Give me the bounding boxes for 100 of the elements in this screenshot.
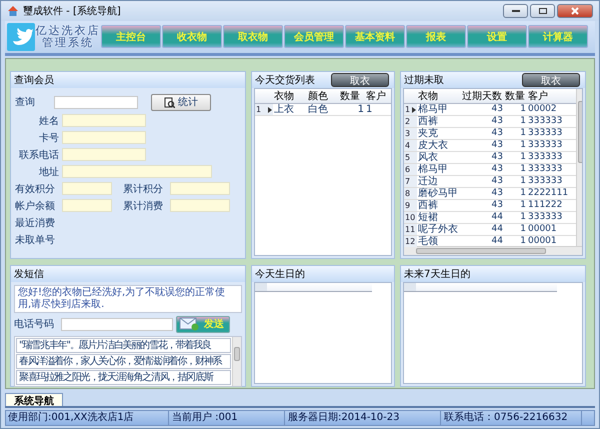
- nav-button[interactable]: 主控台: [101, 25, 161, 48]
- row-number: 4: [404, 139, 417, 152]
- field-label: 累计消费: [123, 200, 164, 213]
- row-number: 6: [404, 163, 417, 176]
- table-cell: 1: [504, 211, 527, 224]
- table-cell: 西裤: [417, 199, 461, 212]
- row-number: 7: [404, 175, 417, 188]
- row-number: 5: [404, 151, 417, 164]
- nav-button[interactable]: 会员管理: [284, 25, 344, 48]
- field-label: 有效积分: [15, 182, 56, 196]
- table-cell: 43: [461, 139, 504, 152]
- table-cell: 风衣: [417, 151, 461, 164]
- nav-button[interactable]: 报表: [406, 25, 466, 48]
- status-text: 服务器日期:2014-10-23: [286, 411, 441, 425]
- nav-button[interactable]: 收衣物: [162, 25, 222, 48]
- panel-title: 查询会员: [14, 74, 54, 87]
- table-cell: 西裤: [417, 115, 461, 128]
- window-title: 璽成软件 - [系统导航]: [23, 4, 122, 18]
- field-label: 帐户余额: [15, 200, 56, 213]
- template-item[interactable]: 春风洋溢着你，家人关心你，爱情滋润着你，财神系: [16, 354, 231, 369]
- row-number: 10: [404, 211, 417, 224]
- table-cell: 皮大衣: [417, 139, 461, 152]
- table-cell: 1: [504, 223, 527, 236]
- table-cell: 1: [504, 175, 527, 188]
- table-cell: 43: [461, 163, 504, 176]
- template-item[interactable]: 聚喜玛拉雅之阳光，拢天涯海角之清风，拮冈底斯: [16, 370, 231, 385]
- row-number: 12: [404, 235, 417, 248]
- nav-button[interactable]: 基本资料: [345, 25, 405, 48]
- table-cell: 迁边: [417, 175, 461, 188]
- table-cell: 上衣: [273, 103, 307, 116]
- column-header: 客户: [365, 88, 391, 104]
- column-header: 客户: [527, 88, 576, 104]
- table-cell: 1: [504, 127, 527, 140]
- status-text: 联系电话：0756-2216632: [442, 411, 582, 425]
- table-cell: 1: [504, 199, 527, 212]
- table-cell: 43: [461, 175, 504, 188]
- column-header: 颜色: [307, 88, 339, 104]
- row-number: 1: [404, 103, 417, 116]
- table-cell: 43: [461, 187, 504, 200]
- row-number: 2: [404, 115, 417, 128]
- table-cell: 棉马甲: [417, 103, 461, 116]
- stat-button[interactable]: 统计: [151, 94, 211, 111]
- panel-title: 过期未取: [404, 74, 444, 87]
- table-cell: 呢子外衣: [417, 223, 461, 236]
- table-cell: 43: [461, 103, 504, 116]
- table-cell: 43: [461, 151, 504, 164]
- message-box[interactable]: 您好!您的衣物已经洗好,为了不耽误您的正常使用,请尽快到店来取.: [14, 284, 242, 313]
- table-cell: 夹克: [417, 127, 461, 140]
- column-header: 衣物: [273, 88, 307, 104]
- row-number: 11: [404, 223, 417, 236]
- table-cell: 1: [504, 139, 527, 152]
- table-cell: 棉马甲: [417, 163, 461, 176]
- panel-title: 今天交货列表: [255, 74, 315, 87]
- table-cell: 磨砂马甲: [417, 187, 461, 200]
- table-cell: 43: [461, 127, 504, 140]
- table-cell: 1: [365, 103, 391, 116]
- table-cell: 1: [504, 187, 527, 200]
- field-label: 卡号: [38, 132, 59, 145]
- brand-name: 亿达洗衣店: [36, 24, 100, 37]
- field-label: 累计积分: [123, 182, 164, 196]
- column-header: 过期天数: [461, 88, 504, 104]
- send-button[interactable]: 发送: [176, 316, 230, 333]
- tab[interactable]: 系统导航: [5, 393, 63, 406]
- brand-name: 管理系统: [42, 36, 94, 49]
- status-text: 当前用户 :001: [170, 411, 285, 425]
- nav-button[interactable]: 设置: [467, 25, 527, 48]
- table-cell: 44: [461, 223, 504, 236]
- table-cell: 短裙: [417, 211, 461, 224]
- nav-button[interactable]: 取衣物: [223, 25, 283, 48]
- table-cell: 43: [461, 115, 504, 128]
- row-number: 3: [404, 127, 417, 140]
- column-header: 数量: [504, 88, 527, 104]
- table-cell: 1: [504, 151, 527, 164]
- field-label: 未取单号: [15, 234, 56, 247]
- table-cell: 44: [461, 211, 504, 224]
- field-label: 地址: [38, 166, 59, 179]
- template-item[interactable]: "瑞雪兆丰年"。愿片片洁白美丽的雪花，带着我良: [16, 338, 231, 353]
- field-label: 联系电话: [18, 148, 59, 162]
- panel-title: 未来7天生日的: [404, 268, 470, 281]
- field-label: 最近消费: [15, 216, 56, 230]
- row-number: 9: [404, 199, 417, 212]
- table-cell: 43: [461, 199, 504, 212]
- column-header: 衣物: [417, 88, 461, 104]
- pickup-button[interactable]: 取衣: [331, 72, 389, 87]
- table-cell: 白色: [307, 103, 339, 116]
- field-label: 查询: [15, 96, 36, 110]
- row-number: 1: [255, 103, 273, 116]
- panel-title: 今天生日的: [255, 268, 305, 281]
- pickup-button[interactable]: 取衣: [522, 72, 580, 87]
- row-number: 8: [404, 187, 417, 200]
- status-text: 使用部门:001,XX洗衣店1店: [6, 411, 169, 425]
- field-label: 电话号码: [14, 318, 55, 332]
- panel-title: 发短信: [14, 268, 44, 281]
- field-label: 姓名: [38, 114, 59, 128]
- table-cell: 1: [504, 163, 527, 176]
- table-cell: 1: [504, 115, 527, 128]
- table-cell: 1: [504, 103, 527, 116]
- table-cell: 1: [339, 103, 365, 116]
- column-header: 数量: [339, 88, 365, 104]
- nav-button[interactable]: 计算器: [528, 25, 588, 48]
